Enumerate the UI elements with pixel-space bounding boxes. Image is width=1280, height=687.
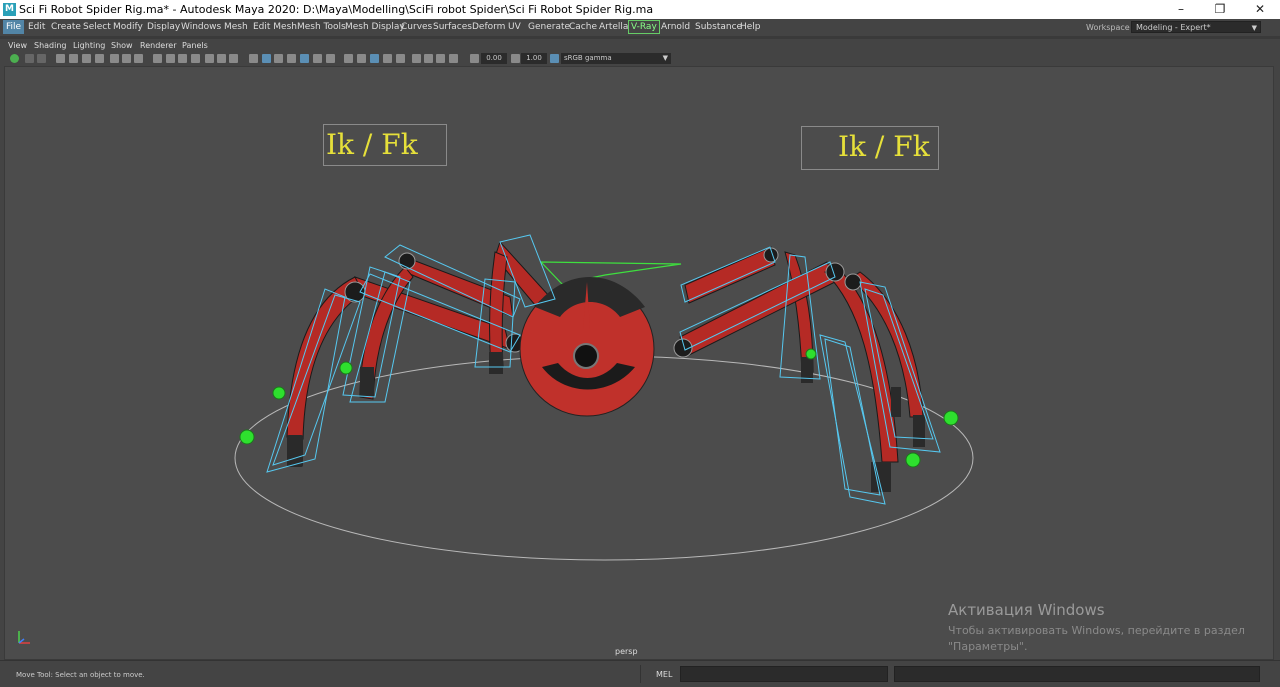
xray-icon[interactable]	[370, 54, 379, 63]
menu-modify[interactable]: Modify	[113, 22, 143, 32]
use-all-lights-icon[interactable]	[274, 54, 283, 63]
title-bar: M Sci Fi Robot Spider Rig.ma* - Autodesk…	[0, 0, 1280, 19]
main-menu-bar: File Edit Create Select Modify Display W…	[0, 19, 1280, 36]
gamma-icon[interactable]	[511, 54, 520, 63]
panel-menu-view[interactable]: View	[8, 41, 27, 50]
isolate-select-icon[interactable]	[357, 54, 366, 63]
menu-edit[interactable]: Edit	[28, 22, 45, 32]
use-default-material-icon[interactable]	[229, 54, 238, 63]
menu-artella[interactable]: Artella	[599, 22, 628, 32]
workspace-dropdown[interactable]: Modeling - Expert* ▼	[1131, 21, 1261, 33]
help-line: Move Tool: Select an object to move.	[16, 671, 145, 679]
close-button[interactable]: ✕	[1240, 0, 1280, 19]
mel-language-toggle[interactable]: MEL	[656, 670, 672, 679]
viewport-toolbar: 0.00 1.00 sRGB gamma ▼	[0, 52, 1280, 66]
backface-culling-icon[interactable]	[424, 54, 433, 63]
menu-surfaces[interactable]: Surfaces	[433, 22, 472, 32]
menu-display[interactable]: Display	[147, 22, 180, 32]
2d-pan-zoom-icon[interactable]	[69, 54, 78, 63]
command-result-field	[894, 666, 1260, 682]
menu-select[interactable]: Select	[83, 22, 111, 32]
activation-watermark-line1: Чтобы активировать Windows, перейдите в …	[948, 624, 1245, 637]
menu-cache[interactable]: Cache	[569, 22, 597, 32]
panel-menu-panels[interactable]: Panels	[182, 41, 208, 50]
panel-menu-renderer[interactable]: Renderer	[140, 41, 177, 50]
bookmarks-icon[interactable]	[37, 54, 46, 63]
film-gate-icon[interactable]	[122, 54, 131, 63]
field-chart-icon[interactable]	[166, 54, 175, 63]
exposure-field[interactable]: 0.00	[481, 53, 507, 64]
select-camera-icon[interactable]	[10, 54, 19, 63]
menu-mesh-display[interactable]: Mesh Display	[345, 22, 405, 32]
menu-generate[interactable]: Generate	[528, 22, 570, 32]
xray-active-components-icon[interactable]	[396, 54, 405, 63]
panel-menu-lighting[interactable]: Lighting	[73, 41, 105, 50]
activation-watermark-title: Активация Windows	[948, 601, 1105, 619]
activation-watermark-line2: "Параметры".	[948, 640, 1028, 653]
wireframe-on-shaded-icon[interactable]	[249, 54, 258, 63]
view-transform-dropdown[interactable]: sRGB gamma ▼	[561, 53, 671, 64]
persp-viewport[interactable]: Ik / Fk Ik / Fk persp Активация Windows …	[4, 66, 1274, 660]
menu-vray[interactable]: V-Ray	[628, 20, 660, 34]
depth-of-field-icon[interactable]	[344, 54, 353, 63]
wireframe-icon[interactable]	[205, 54, 214, 63]
textured-icon[interactable]	[262, 54, 271, 63]
restore-button[interactable]: ❐	[1200, 0, 1240, 19]
gate-mask-icon[interactable]	[153, 54, 162, 63]
ikfk-switch-left[interactable]: Ik / Fk	[323, 124, 447, 166]
menu-uv[interactable]: UV	[508, 22, 521, 32]
workspace-label: Workspace :	[1086, 23, 1135, 32]
menu-windows[interactable]: Windows	[181, 22, 221, 32]
exposure-icon[interactable]	[470, 54, 479, 63]
view-axis-icon	[18, 631, 30, 644]
anti-aliasing-icon[interactable]	[326, 54, 335, 63]
menu-edit-mesh[interactable]: Edit Mesh	[253, 22, 297, 32]
camera-attributes-icon[interactable]	[25, 54, 34, 63]
menu-curves[interactable]: Curves	[401, 22, 432, 32]
screen-space-ao-icon[interactable]	[300, 54, 309, 63]
shadows-icon[interactable]	[287, 54, 296, 63]
smooth-wireframe-icon[interactable]	[449, 54, 458, 63]
minimize-button[interactable]: –	[1161, 0, 1201, 19]
gamma-field[interactable]: 1.00	[521, 53, 547, 64]
activation-watermark-text: Чтобы активировать Windows, перейдите в …	[948, 623, 1248, 655]
status-divider	[640, 665, 641, 683]
menu-help[interactable]: Help	[740, 22, 761, 32]
camera-name-label: persp	[615, 647, 638, 656]
menu-file[interactable]: File	[3, 20, 25, 34]
camera-view-icon[interactable]	[436, 54, 445, 63]
safe-title-icon[interactable]	[191, 54, 200, 63]
xray-joints-icon[interactable]	[383, 54, 392, 63]
command-input[interactable]	[680, 666, 888, 682]
menu-create[interactable]: Create	[51, 22, 81, 32]
hud-icon[interactable]	[412, 54, 421, 63]
scene-render[interactable]	[5, 67, 1273, 659]
menu-mesh[interactable]: Mesh	[224, 22, 248, 32]
command-line-bar: Move Tool: Select an object to move. MEL	[0, 660, 1280, 687]
safe-action-icon[interactable]	[178, 54, 187, 63]
menu-substance[interactable]: Substance	[695, 22, 742, 32]
panel-menu-shading[interactable]: Shading	[34, 41, 67, 50]
chevron-down-icon: ▼	[662, 54, 668, 62]
resolution-gate-icon[interactable]	[134, 54, 143, 63]
menu-arnold[interactable]: Arnold	[661, 22, 690, 32]
panel-menu-show[interactable]: Show	[111, 41, 133, 50]
grid-icon[interactable]	[110, 54, 119, 63]
panel-menu-bar: View Shading Lighting Show Renderer Pane…	[0, 39, 1280, 52]
menu-deform[interactable]: Deform	[472, 22, 505, 32]
smooth-shade-icon[interactable]	[217, 54, 226, 63]
maya-app-icon: M	[3, 3, 16, 16]
window-title: Sci Fi Robot Spider Rig.ma* - Autodesk M…	[19, 3, 654, 16]
grease-pencil-icon[interactable]	[82, 54, 91, 63]
ikfk-switch-right[interactable]: Ik / Fk	[801, 126, 939, 170]
color-management-icon[interactable]	[550, 54, 559, 63]
head-control	[539, 261, 682, 285]
menu-mesh-tools[interactable]: Mesh Tools	[297, 22, 346, 32]
view-transform-value: sRGB gamma	[564, 54, 612, 62]
motion-blur-icon[interactable]	[313, 54, 322, 63]
image-plane-icon[interactable]	[56, 54, 65, 63]
chevron-down-icon: ▼	[1251, 24, 1257, 32]
camera-lock-icon[interactable]	[95, 54, 104, 63]
workspace-value: Modeling - Expert*	[1136, 23, 1211, 32]
